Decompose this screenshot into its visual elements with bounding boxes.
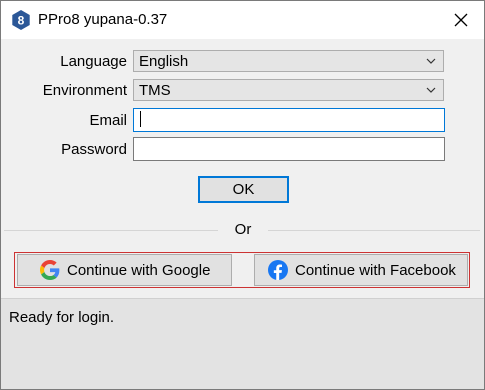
environment-value: TMS [139,82,171,99]
facebook-login-button[interactable]: Continue with Facebook [254,254,468,286]
close-icon [454,13,468,27]
text-caret [140,111,141,127]
password-field[interactable] [133,137,445,161]
email-label: Email [89,112,127,129]
chevron-down-icon [426,58,436,64]
google-login-button[interactable]: Continue with Google [17,254,232,286]
or-separator-text: Or [218,221,268,238]
google-icon [40,260,60,280]
password-label: Password [61,141,127,158]
email-field[interactable] [133,108,445,132]
language-label: Language [60,53,127,70]
chevron-down-icon [426,87,436,93]
status-panel: Ready for login. [1,298,484,389]
status-text: Ready for login. [9,309,115,326]
language-select[interactable]: English [133,50,444,72]
close-button[interactable] [438,1,484,39]
app-logo-icon: 8 [12,10,30,30]
title-bar[interactable]: 8 PPro8 yupana-0.37 [1,1,484,39]
window-title: PPro8 yupana-0.37 [38,11,168,28]
facebook-icon [268,260,288,280]
login-window: 8 PPro8 yupana-0.37 Language English Env… [0,0,485,390]
facebook-login-label: Continue with Facebook [295,261,456,279]
google-login-label: Continue with Google [67,261,211,279]
environment-select[interactable]: TMS [133,79,444,101]
language-value: English [139,53,189,70]
ok-button[interactable]: OK [198,176,289,203]
svg-text:8: 8 [18,14,25,28]
environment-label: Environment [42,82,127,99]
